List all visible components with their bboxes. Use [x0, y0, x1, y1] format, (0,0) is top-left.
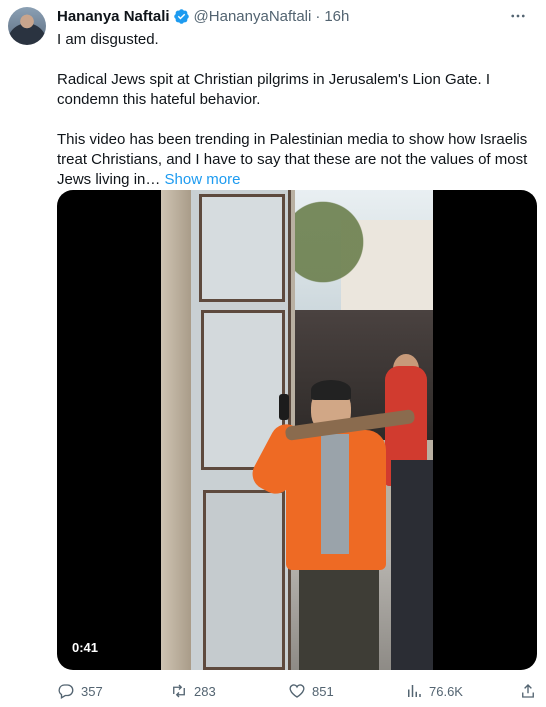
tweet-paragraph: I am disgusted.: [57, 31, 159, 48]
video-duration: 0:41: [67, 638, 104, 658]
views-count: 76.6K: [429, 683, 463, 699]
avatar[interactable]: [8, 7, 46, 45]
timestamp[interactable]: 16h: [324, 8, 349, 25]
verified-badge-icon: [173, 8, 190, 25]
more-options-icon[interactable]: [508, 6, 528, 26]
like-button[interactable]: 851: [288, 681, 334, 701]
retweet-icon: [173, 684, 185, 698]
reply-count: 357: [81, 683, 103, 699]
heart-icon: [289, 684, 305, 698]
tweet-text: I am disgusted. Radical Jews spit at Chr…: [57, 30, 533, 210]
show-more-link[interactable]: Show more: [165, 171, 241, 188]
tweet-paragraph: This video has been trending in Palestin…: [57, 131, 528, 188]
author-name[interactable]: Hananya Naftali: [57, 8, 170, 25]
views-icon: [408, 685, 421, 697]
video-player[interactable]: 0:41: [57, 190, 537, 670]
share-button[interactable]: [519, 681, 543, 701]
reply-button[interactable]: 357: [57, 681, 103, 701]
tweet[interactable]: Hananya Naftali @HananyaNaftali · 16h I …: [0, 0, 546, 707]
video-frame: [161, 190, 433, 670]
tweet-actions: 357 283 851 76.6K: [57, 681, 537, 701]
views-button[interactable]: 76.6K: [405, 681, 463, 701]
author-handle[interactable]: @HananyaNaftali: [194, 8, 312, 25]
tweet-header: Hananya Naftali @HananyaNaftali · 16h: [57, 6, 536, 26]
reply-icon: [58, 684, 74, 699]
tweet-paragraph: Radical Jews spit at Christian pilgrims …: [57, 71, 491, 108]
share-icon: [522, 684, 534, 698]
retweet-button[interactable]: 283: [170, 681, 216, 701]
retweet-count: 283: [194, 683, 216, 699]
like-count: 851: [312, 683, 334, 699]
separator-dot: ·: [315, 7, 321, 25]
